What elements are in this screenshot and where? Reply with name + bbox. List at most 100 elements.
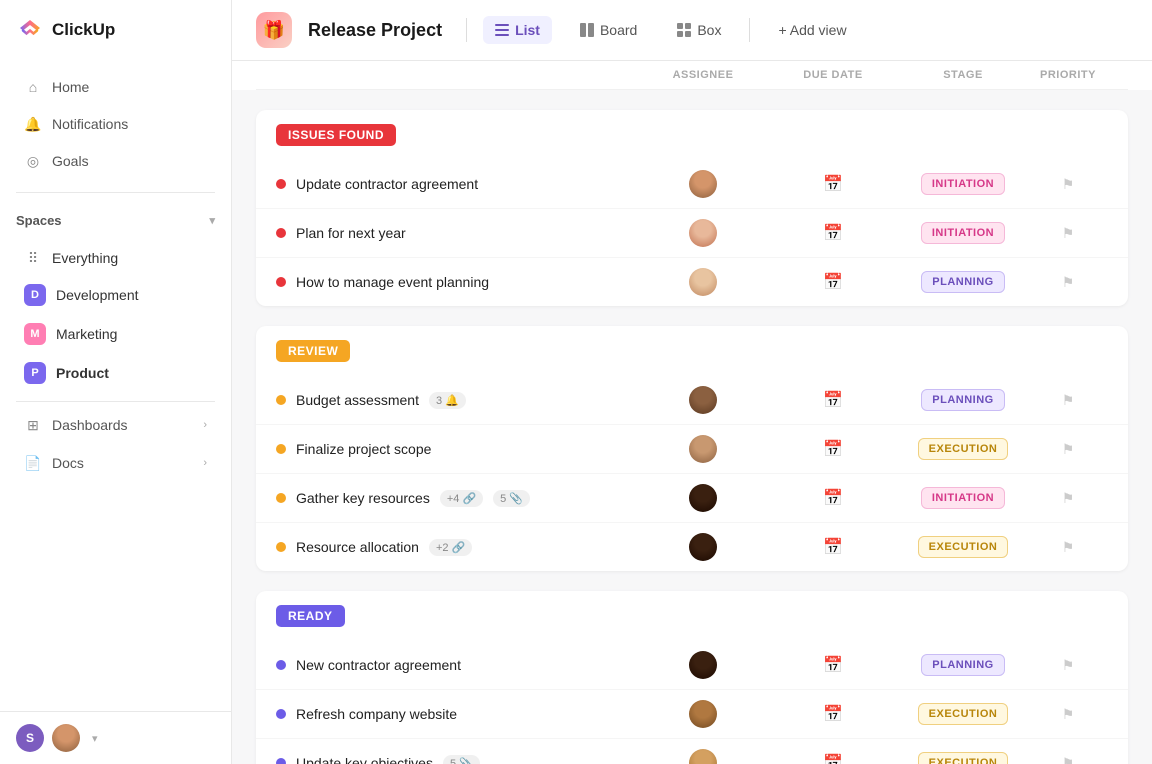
- section-review: REVIEW Budget assessment 3 🔔 📅 PLANNING: [256, 326, 1128, 571]
- list-view-label: List: [515, 22, 540, 38]
- table-row[interactable]: Gather key resources +4 🔗 5 📎 📅 INITIATI…: [256, 474, 1128, 523]
- avatar: [689, 268, 717, 296]
- assignee-cell: [638, 268, 768, 296]
- home-icon: ⌂: [24, 78, 42, 96]
- avatar: [689, 700, 717, 728]
- sidebar-item-goals[interactable]: ◎ Goals: [8, 143, 223, 179]
- table-row[interactable]: Update key objectives 5 📎 📅 EXECUTION ⚑: [256, 739, 1128, 764]
- stage-cell: PLANNING: [898, 654, 1028, 676]
- box-view-button[interactable]: Box: [665, 16, 733, 44]
- sidebar-divider-2: [16, 401, 215, 402]
- table-row[interactable]: Update contractor agreement 📅 INITIATION…: [256, 160, 1128, 209]
- stage-badge: INITIATION: [921, 222, 1005, 244]
- calendar-icon: 📅: [823, 390, 843, 410]
- board-view-label: Board: [600, 22, 637, 38]
- board-view-button[interactable]: Board: [568, 16, 649, 44]
- development-label: Development: [56, 287, 139, 303]
- user-chevron: ▾: [92, 732, 98, 745]
- priority-cell: ⚑: [1028, 274, 1108, 291]
- user-avatar-initial: S: [16, 724, 44, 752]
- task-label: New contractor agreement: [296, 657, 461, 673]
- avatar: [689, 219, 717, 247]
- avatar: [689, 170, 717, 198]
- spaces-header[interactable]: Spaces ▾: [16, 213, 215, 228]
- task-dot: [276, 444, 286, 454]
- sidebar-item-home[interactable]: ⌂ Home: [8, 69, 223, 105]
- topbar-divider-2: [749, 18, 750, 42]
- sidebar-item-notifications[interactable]: 🔔 Notifications: [8, 106, 223, 142]
- task-dot: [276, 228, 286, 238]
- col-assignee: ASSIGNEE: [638, 69, 768, 81]
- task-dot: [276, 758, 286, 764]
- task-label: How to manage event planning: [296, 274, 489, 290]
- task-dot: [276, 709, 286, 719]
- flag-icon: ⚑: [1062, 490, 1075, 507]
- grid-icon: ⠿: [24, 249, 42, 267]
- project-icon: 🎁: [256, 12, 292, 48]
- flag-icon: ⚑: [1062, 176, 1075, 193]
- user-profile[interactable]: S ▾: [0, 711, 231, 764]
- flag-icon: ⚑: [1062, 755, 1075, 764]
- task-meta-badge-2: 5 📎: [493, 490, 530, 507]
- add-view-button[interactable]: + Add view: [766, 16, 858, 44]
- sidebar-item-docs[interactable]: 📄 Docs ›: [8, 445, 223, 481]
- sidebar-item-development[interactable]: D Development: [8, 276, 223, 314]
- due-cell: 📅: [768, 439, 898, 459]
- task-label: Plan for next year: [296, 225, 406, 241]
- logo-text: ClickUp: [52, 20, 115, 40]
- table-row[interactable]: Refresh company website 📅 EXECUTION ⚑: [256, 690, 1128, 739]
- col-duedate: DUE DATE: [768, 69, 898, 81]
- priority-cell: ⚑: [1028, 392, 1108, 409]
- assignee-cell: [638, 749, 768, 764]
- calendar-icon: 📅: [823, 753, 843, 764]
- clickup-logo-icon: [16, 16, 44, 44]
- task-label: Budget assessment: [296, 392, 419, 408]
- project-title: Release Project: [308, 20, 442, 41]
- spaces-label: Spaces: [16, 213, 62, 228]
- sidebar-item-product[interactable]: P Product: [8, 354, 223, 392]
- marketing-badge: M: [24, 323, 46, 345]
- table-row[interactable]: Resource allocation +2 🔗 📅 EXECUTION ⚑: [256, 523, 1128, 571]
- development-badge: D: [24, 284, 46, 306]
- task-dot: [276, 179, 286, 189]
- list-view-button[interactable]: List: [483, 16, 552, 44]
- stage-badge: INITIATION: [921, 173, 1005, 195]
- spaces-section: Spaces ▾: [0, 197, 231, 236]
- table-row[interactable]: Budget assessment 3 🔔 📅 PLANNING ⚑: [256, 376, 1128, 425]
- avatar: [689, 533, 717, 561]
- sidebar-item-marketing[interactable]: M Marketing: [8, 315, 223, 353]
- priority-cell: ⚑: [1028, 539, 1108, 556]
- table-row[interactable]: Finalize project scope 📅 EXECUTION ⚑: [256, 425, 1128, 474]
- flag-icon: ⚑: [1062, 274, 1075, 291]
- logo-area[interactable]: ClickUp: [0, 0, 231, 60]
- table-row[interactable]: How to manage event planning 📅 PLANNING …: [256, 258, 1128, 306]
- stage-badge: EXECUTION: [918, 752, 1009, 764]
- review-label: REVIEW: [276, 340, 350, 362]
- task-meta-badge: +4 🔗: [440, 490, 483, 507]
- sidebar-item-dashboards[interactable]: ⊞ Dashboards ›: [8, 407, 223, 443]
- task-label: Gather key resources: [296, 490, 430, 506]
- stage-cell: EXECUTION: [898, 438, 1028, 460]
- task-name: How to manage event planning: [276, 274, 638, 290]
- task-label: Resource allocation: [296, 539, 419, 555]
- table-row[interactable]: New contractor agreement 📅 PLANNING ⚑: [256, 641, 1128, 690]
- trophy-icon: ◎: [24, 152, 42, 170]
- task-meta-badge: 3 🔔: [429, 392, 466, 409]
- col-priority: PRIORITY: [1028, 69, 1108, 81]
- task-label: Update key objectives: [296, 755, 433, 764]
- dashboard-icon: ⊞: [24, 416, 42, 434]
- due-cell: 📅: [768, 174, 898, 194]
- due-cell: 📅: [768, 537, 898, 557]
- sidebar-item-everything[interactable]: ⠿ Everything: [8, 241, 223, 275]
- task-dot: [276, 277, 286, 287]
- stage-cell: INITIATION: [898, 487, 1028, 509]
- board-icon: [580, 23, 594, 37]
- assignee-cell: [638, 651, 768, 679]
- flag-icon: ⚑: [1062, 392, 1075, 409]
- task-meta-badge: 5 📎: [443, 755, 480, 764]
- table-row[interactable]: Plan for next year 📅 INITIATION ⚑: [256, 209, 1128, 258]
- task-dot: [276, 493, 286, 503]
- home-label: Home: [52, 79, 89, 95]
- table-header: ASSIGNEE DUE DATE STAGE PRIORITY: [256, 61, 1128, 90]
- calendar-icon: 📅: [823, 439, 843, 459]
